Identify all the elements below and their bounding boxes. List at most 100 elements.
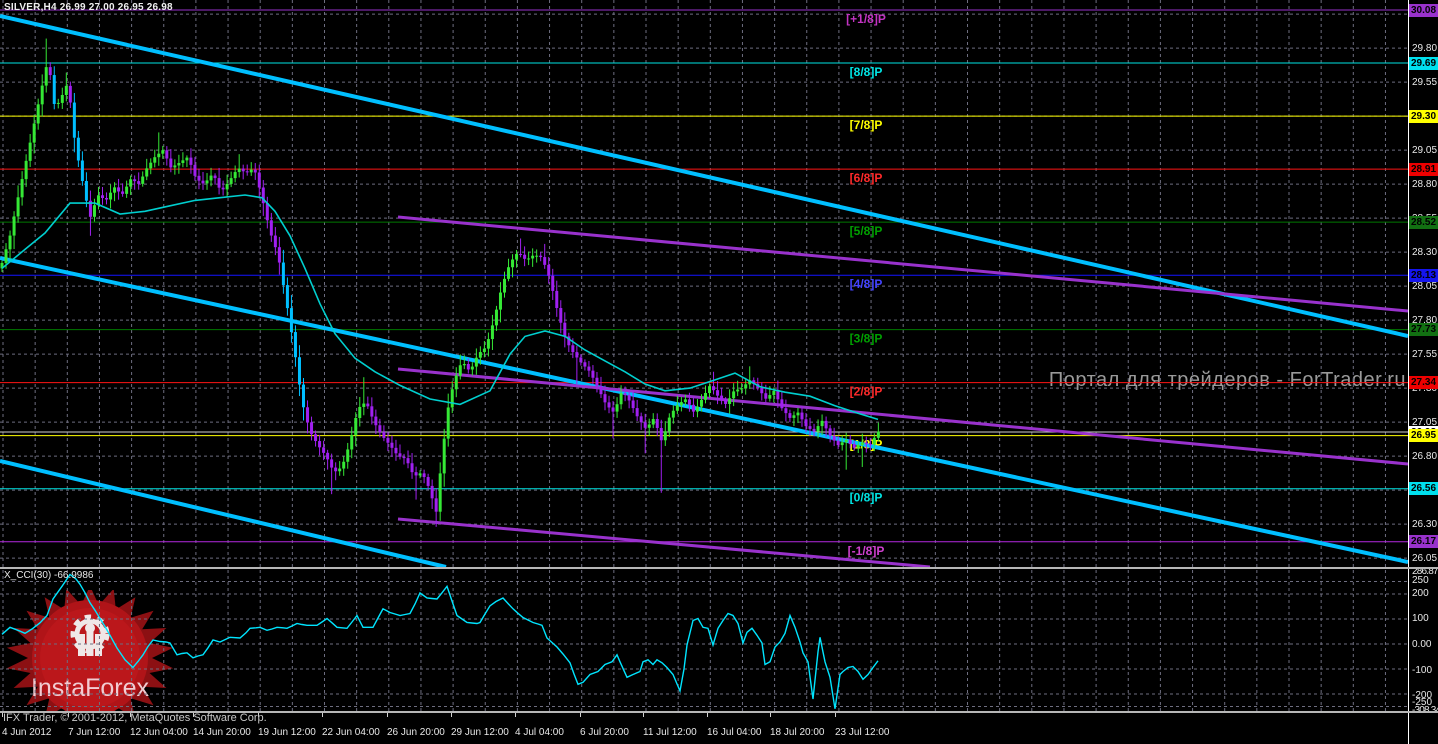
candle-body [837, 441, 840, 445]
candle-body [724, 400, 727, 404]
candle-body [25, 161, 28, 179]
candle-body [857, 445, 860, 448]
candle-body [853, 444, 856, 448]
candle-body [656, 419, 659, 428]
candle-body [463, 364, 466, 365]
candle-body [700, 400, 703, 407]
candle-body [559, 308, 562, 323]
murrey-label: [0/8]P [850, 491, 883, 505]
candle-body [177, 163, 180, 165]
candle-body [173, 165, 176, 167]
trendline-cyan [0, 461, 446, 567]
candle-body [113, 187, 116, 192]
candle-body [254, 170, 257, 173]
time-tick-label: 22 Jun 04:00 [322, 727, 380, 738]
candle-body [869, 444, 872, 445]
time-tick-label: 4 Jul 04:00 [515, 727, 564, 738]
candle-body [310, 422, 313, 434]
candle-body [809, 426, 812, 429]
candle-body [648, 425, 651, 428]
candle-body [5, 249, 8, 263]
candle-body [37, 104, 40, 123]
candle-body [266, 203, 269, 220]
price-axis[interactable]: 29.8029.5529.0528.8028.5528.3028.0527.80… [1408, 0, 1438, 744]
candle-body [483, 349, 486, 352]
candle-body [342, 462, 345, 469]
candle-body [85, 181, 88, 201]
time-tick-label: 18 Jul 20:00 [770, 727, 825, 738]
candle-body [362, 404, 365, 407]
murrey-label: [4/8]P [850, 277, 883, 291]
candle-body [708, 386, 711, 393]
candle-body [507, 267, 510, 279]
time-tick-label: 4 Jun 2012 [2, 727, 52, 738]
candle-body [599, 386, 602, 394]
candle-body [137, 181, 140, 184]
candle-body [792, 415, 795, 418]
candle-body [467, 364, 470, 369]
candle-body [571, 345, 574, 352]
candle-body [338, 469, 341, 472]
time-axis-tick [515, 713, 516, 717]
candle-body [780, 399, 783, 408]
candle-body [45, 67, 48, 85]
candle-body [65, 86, 68, 95]
candle-body [222, 188, 225, 190]
candle-body [358, 407, 361, 418]
candle-body [583, 362, 586, 366]
candle-body [732, 391, 735, 398]
candle-body [61, 95, 64, 103]
murrey-price-box: 29.69 [1409, 57, 1438, 70]
candle-body [479, 352, 482, 358]
time-tick-label: 16 Jul 04:00 [707, 727, 762, 738]
candle-body [394, 448, 397, 453]
candle-body [57, 103, 60, 104]
candle-body [555, 291, 558, 308]
candle-body [322, 447, 325, 452]
candle-body [330, 459, 333, 467]
candle-body [776, 391, 779, 399]
candle-body [640, 416, 643, 422]
candle-body [813, 429, 816, 432]
candle-body [286, 285, 289, 308]
candle-body [841, 442, 844, 445]
indicator-window-separator[interactable] [0, 567, 1438, 569]
chart-window: InstaForex Портал для трейдеров - ForTra… [0, 0, 1438, 744]
murrey-price-box: 28.13 [1409, 269, 1438, 282]
candle-body [69, 86, 72, 103]
candle-body [591, 371, 594, 378]
candle-body [109, 193, 112, 200]
murrey-label: [7/8]P [850, 118, 883, 132]
candle-body [439, 473, 442, 511]
candle-body [193, 165, 196, 176]
indicator-scale-label: 100 [1412, 612, 1429, 625]
murrey-label: [8/8]P [850, 65, 883, 79]
murrey-price-box: 28.91 [1409, 163, 1438, 176]
candle-body [101, 195, 104, 198]
candle-body [692, 405, 695, 412]
candle-body [495, 310, 498, 326]
murrey-label: [+1/8]P [846, 12, 886, 26]
time-tick-label: 6 Jul 20:00 [580, 727, 629, 738]
candle-body [612, 407, 615, 411]
candle-body [435, 498, 438, 511]
candle-body [680, 402, 683, 405]
time-tick-label: 11 Jul 12:00 [643, 727, 697, 738]
candle-body [563, 323, 566, 337]
murrey-price-box: 27.34 [1409, 376, 1438, 389]
murrey-price-box: 29.30 [1409, 110, 1438, 123]
copyright-text: IFX Trader, © 2001-2012, MetaQuotes Soft… [3, 712, 267, 724]
price-tick-label: 27.55 [1412, 348, 1437, 361]
candle-body [760, 388, 763, 393]
candle-body [511, 260, 514, 268]
candle-body [133, 179, 136, 181]
indicator-label: X_CCI(30) -66.9986 [4, 570, 94, 581]
price-tick-label: 28.30 [1412, 246, 1437, 259]
candle-body [326, 453, 329, 460]
candle-body [370, 406, 373, 416]
candle-body [849, 440, 852, 444]
candle-body [33, 123, 36, 142]
candle-body [250, 170, 253, 173]
chart-plot-area[interactable]: [+1/8]P[8/8]P[7/8]P[6/8]P[5/8]P[4/8]P[3/… [0, 0, 1408, 744]
candle-body [800, 413, 803, 420]
